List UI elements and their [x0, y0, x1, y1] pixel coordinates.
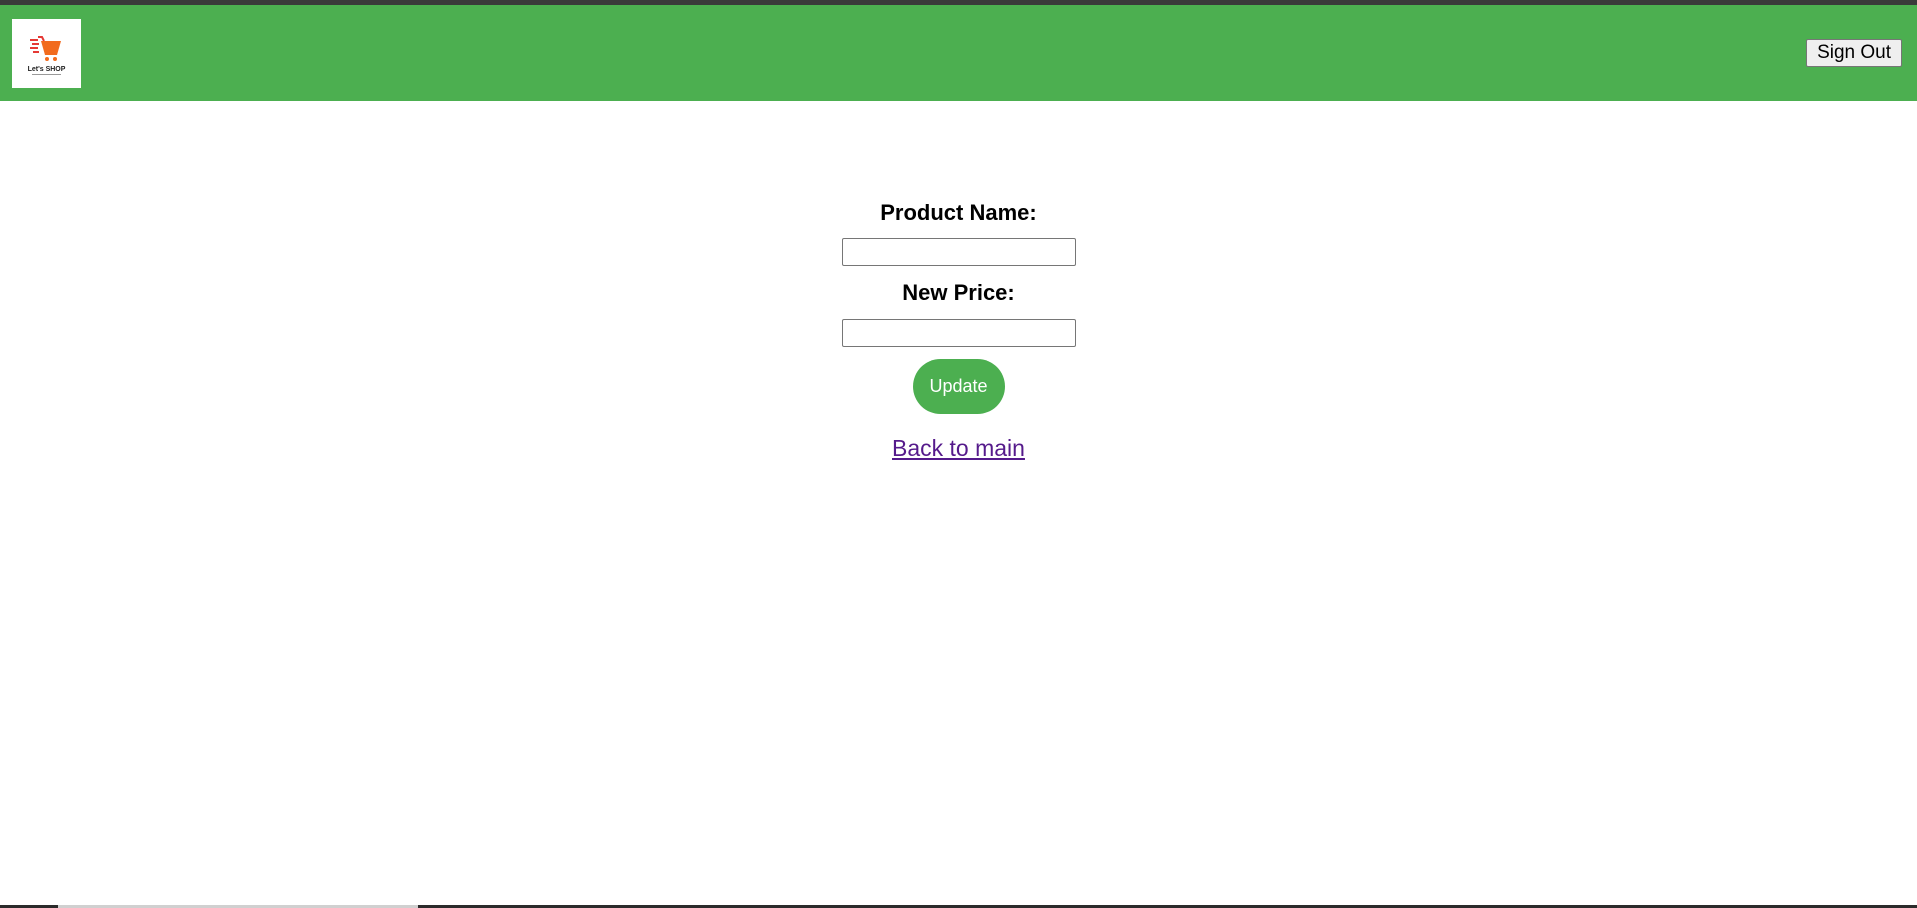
- product-name-input[interactable]: [841, 238, 1076, 266]
- header-bar: Let's SHOP Sign Out: [0, 5, 1917, 101]
- update-price-form: Product Name: New Price: Update Back to …: [0, 190, 1917, 462]
- new-price-label: New Price:: [902, 280, 1015, 305]
- sign-out-button[interactable]: Sign Out: [1806, 39, 1902, 67]
- update-button[interactable]: Update: [912, 359, 1005, 414]
- svg-text:Let's SHOP: Let's SHOP: [28, 66, 66, 73]
- logo: Let's SHOP: [12, 19, 81, 88]
- new-price-input[interactable]: [841, 319, 1076, 347]
- back-to-main-link[interactable]: Back to main: [892, 435, 1025, 461]
- product-name-label: Product Name:: [880, 200, 1037, 225]
- cart-logo-icon: Let's SHOP: [12, 19, 81, 88]
